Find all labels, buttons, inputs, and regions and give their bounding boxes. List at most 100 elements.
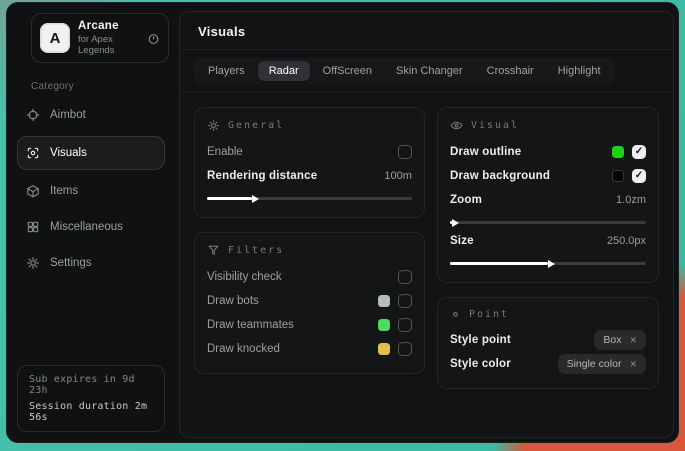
category-label: Category	[31, 81, 169, 92]
style-color-label: Style color	[450, 358, 511, 370]
size-value: 250.0px	[607, 235, 646, 247]
main-panel: Visuals Players Radar OffScreen Skin Cha…	[179, 11, 674, 438]
general-panel-header: General	[207, 119, 412, 132]
draw-background-controls: ✓	[612, 169, 646, 183]
draw-teammates-controls: ✓	[378, 318, 412, 332]
draw-bots-checkbox[interactable]: ✓	[398, 294, 412, 308]
rendering-distance-value: 100m	[384, 170, 412, 182]
draw-teammates-row: Draw teammates ✓	[207, 313, 412, 337]
content-area: General Enable ✓ Rendering distance 100m	[180, 93, 673, 437]
visibility-check-row: Visibility check ✓	[207, 265, 412, 289]
draw-bots-label: Draw bots	[207, 295, 259, 307]
app-logo-letter: A	[50, 30, 61, 47]
session-duration-text: Session duration 2m 56s	[29, 401, 153, 423]
sidebar: A Arcane for Apex Legends Category	[7, 3, 175, 442]
draw-background-color-swatch[interactable]	[612, 170, 624, 182]
sidebar-item-label: Visuals	[50, 147, 87, 159]
visibility-check-checkbox[interactable]: ✓	[398, 270, 412, 284]
page-title: Visuals	[198, 24, 655, 39]
scan-icon	[26, 146, 40, 160]
slider-fill	[207, 197, 252, 200]
draw-outline-color-swatch[interactable]	[612, 146, 624, 158]
sidebar-item-miscellaneous[interactable]: Miscellaneous	[17, 212, 165, 242]
gear-icon	[26, 256, 40, 270]
visual-panel-title: Visual	[471, 120, 519, 131]
power-icon[interactable]	[147, 32, 160, 45]
draw-bots-color-swatch[interactable]	[378, 295, 390, 307]
tab-skin-changer[interactable]: Skin Changer	[385, 61, 474, 81]
size-label: Size	[450, 235, 474, 247]
filters-panel: Filters Visibility check ✓ Draw bots ✓	[194, 232, 425, 374]
size-row: Size 250.0px	[450, 229, 646, 253]
rendering-distance-label: Rendering distance	[207, 170, 317, 182]
app-logo: A	[40, 23, 70, 53]
slider-fill	[450, 262, 548, 265]
style-point-value: Box	[603, 334, 621, 346]
close-icon[interactable]: ✕	[629, 359, 637, 370]
brand-text: Arcane for Apex Legends	[78, 20, 139, 56]
sidebar-item-label: Miscellaneous	[50, 221, 123, 233]
draw-background-label: Draw background	[450, 170, 550, 182]
draw-teammates-checkbox[interactable]: ✓	[398, 318, 412, 332]
tab-highlight[interactable]: Highlight	[547, 61, 612, 81]
close-icon[interactable]: ✕	[629, 335, 637, 346]
crosshair-icon	[26, 108, 40, 122]
point-panel-title: Point	[469, 309, 509, 320]
right-column: Visual Draw outline ✓ Draw background	[437, 107, 659, 389]
sidebar-item-label: Settings	[50, 257, 92, 269]
size-slider[interactable]	[450, 262, 646, 265]
style-point-label: Style point	[450, 334, 511, 346]
session-info-card: Sub expires in 9d 23h Session duration 2…	[17, 365, 165, 432]
filters-panel-title: Filters	[228, 245, 284, 256]
tab-crosshair[interactable]: Crosshair	[476, 61, 545, 81]
tab-players[interactable]: Players	[197, 61, 256, 81]
sidebar-item-items[interactable]: Items	[17, 176, 165, 206]
rendering-distance-slider[interactable]	[207, 197, 412, 200]
sun-icon	[207, 119, 220, 132]
sidebar-item-label: Items	[50, 185, 78, 197]
zoom-slider[interactable]	[450, 221, 646, 224]
sidebar-item-settings[interactable]: Settings	[17, 248, 165, 278]
desktop-background: A Arcane for Apex Legends Category	[0, 0, 685, 451]
draw-outline-checkbox[interactable]: ✓	[632, 145, 646, 159]
package-icon	[26, 184, 40, 198]
style-color-select[interactable]: Single color ✕	[558, 354, 646, 374]
draw-outline-label: Draw outline	[450, 146, 521, 158]
draw-bots-row: Draw bots ✓	[207, 289, 412, 313]
draw-teammates-color-swatch[interactable]	[378, 319, 390, 331]
draw-knocked-label: Draw knocked	[207, 343, 280, 355]
draw-knocked-checkbox[interactable]: ✓	[398, 342, 412, 356]
eye-icon	[450, 119, 463, 132]
draw-background-row: Draw background ✓	[450, 164, 646, 188]
sidebar-item-aimbot[interactable]: Aimbot	[17, 100, 165, 130]
general-panel: General Enable ✓ Rendering distance 100m	[194, 107, 425, 218]
enable-checkbox[interactable]: ✓	[398, 145, 412, 159]
brand-card: A Arcane for Apex Legends	[31, 13, 169, 63]
dot-icon	[450, 309, 461, 320]
style-color-row: Style color Single color ✕	[450, 352, 646, 376]
sidebar-spacer	[17, 278, 169, 365]
main-header: Visuals	[180, 12, 673, 50]
style-point-select[interactable]: Box ✕	[594, 330, 646, 350]
tab-offscreen[interactable]: OffScreen	[312, 61, 383, 81]
sidebar-item-visuals[interactable]: Visuals	[17, 136, 165, 170]
general-panel-title: General	[228, 120, 284, 131]
draw-background-checkbox[interactable]: ✓	[632, 169, 646, 183]
slider-fill	[450, 221, 452, 224]
draw-outline-row: Draw outline ✓	[450, 140, 646, 164]
visual-panel: Visual Draw outline ✓ Draw background	[437, 107, 659, 283]
sidebar-item-label: Aimbot	[50, 109, 86, 121]
draw-knocked-row: Draw knocked ✓	[207, 337, 412, 361]
app-name: Arcane	[78, 20, 139, 32]
draw-bots-controls: ✓	[378, 294, 412, 308]
zoom-label: Zoom	[450, 194, 482, 206]
app-window: A Arcane for Apex Legends Category	[6, 2, 679, 443]
enable-label: Enable	[207, 146, 243, 158]
tab-radar[interactable]: Radar	[258, 61, 310, 81]
zoom-row: Zoom 1.0zm	[450, 188, 646, 212]
sidebar-nav: Aimbot Visuals Ite	[17, 100, 169, 278]
point-panel-header: Point	[450, 309, 646, 320]
point-panel: Point Style point Box ✕ Style color	[437, 297, 659, 389]
visual-panel-header: Visual	[450, 119, 646, 132]
draw-knocked-color-swatch[interactable]	[378, 343, 390, 355]
